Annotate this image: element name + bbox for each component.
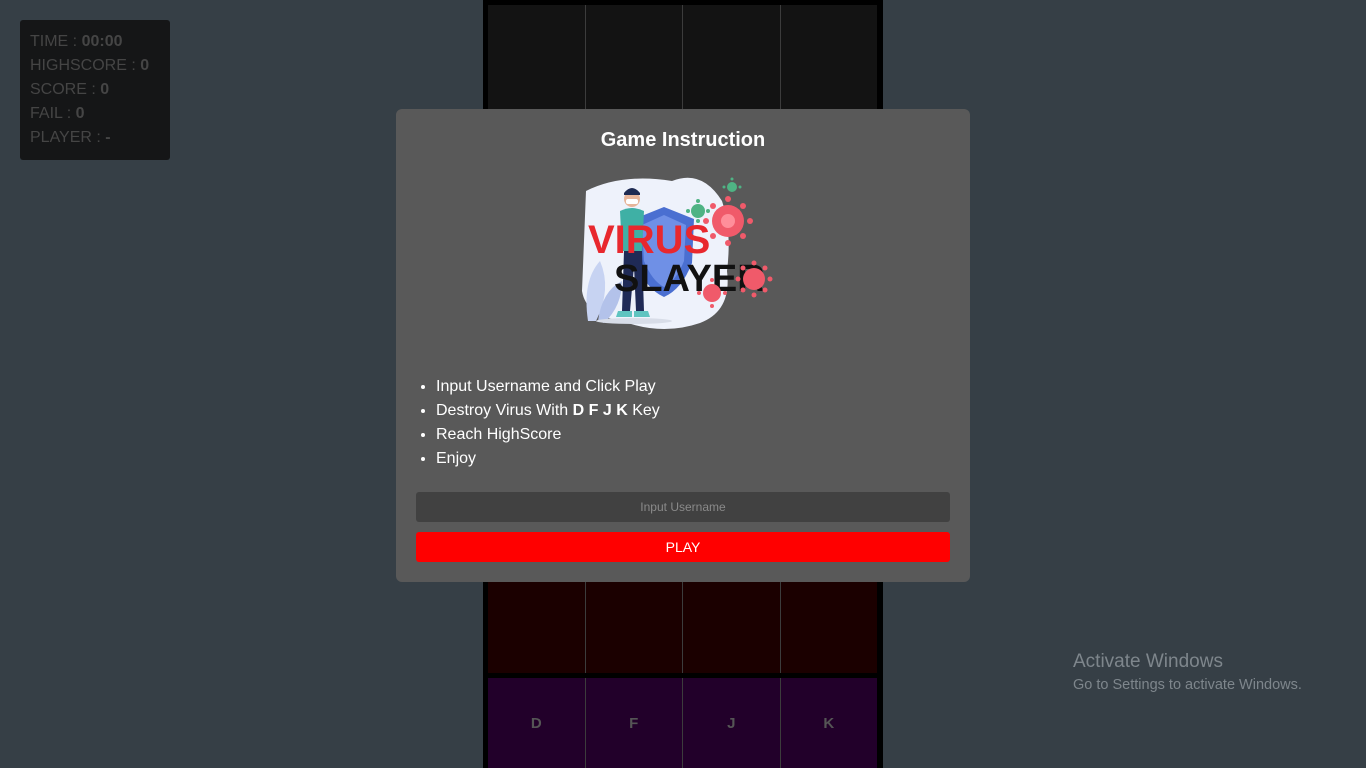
key-zone: D F J K: [488, 678, 877, 768]
windows-activation-watermark: Activate Windows Go to Settings to activ…: [1073, 651, 1302, 697]
danger-cell: [780, 582, 877, 673]
activation-subtitle: Go to Settings to activate Windows.: [1073, 677, 1302, 693]
virus-slayer-logo: VIRUS SLAYER: [582, 177, 773, 330]
fail-stat: FAIL : 0: [30, 105, 85, 122]
key-j[interactable]: J: [683, 678, 781, 768]
modal-title: Game Instruction: [600, 129, 766, 151]
username-input[interactable]: [416, 492, 950, 522]
activation-title: Activate Windows: [1073, 651, 1223, 672]
danger-zone: [488, 582, 877, 673]
fail-value: 0: [75, 105, 85, 122]
key-f[interactable]: F: [585, 678, 683, 768]
instruction-list: Input Username and Click Play Destroy Vi…: [416, 375, 660, 471]
danger-cell: [488, 582, 586, 673]
play-button[interactable]: PLAY: [416, 532, 950, 562]
svg-text:SLAYER: SLAYER: [614, 258, 765, 300]
key-k[interactable]: K: [780, 678, 877, 768]
time-value: 00:00: [81, 33, 123, 50]
player-value: -: [105, 129, 111, 146]
score-stat: SCORE : 0: [30, 81, 110, 98]
score-value: 0: [100, 81, 110, 98]
svg-text:VIRUS: VIRUS: [588, 218, 710, 262]
highscore-stat: HIGHSCORE : 0: [30, 57, 150, 74]
stats-panel: TIME : 00:00 HIGHSCORE : 0 SCORE : 0 FAI…: [20, 20, 170, 160]
list-item: Reach HighScore: [436, 423, 660, 447]
danger-cell: [683, 582, 781, 673]
time-stat: TIME : 00:00: [30, 33, 123, 50]
list-item: Destroy Virus With D F J K Key: [436, 399, 660, 423]
key-d[interactable]: D: [488, 678, 586, 768]
highscore-value: 0: [140, 57, 150, 74]
list-item: Enjoy: [436, 447, 660, 471]
list-item: Input Username and Click Play: [436, 375, 660, 399]
instruction-modal: Game Instruction VIRUS SLAYER • Input Us…: [396, 109, 970, 582]
danger-cell: [585, 582, 683, 673]
control-keys: D F J K: [572, 402, 628, 419]
player-stat: PLAYER : -: [30, 129, 111, 146]
